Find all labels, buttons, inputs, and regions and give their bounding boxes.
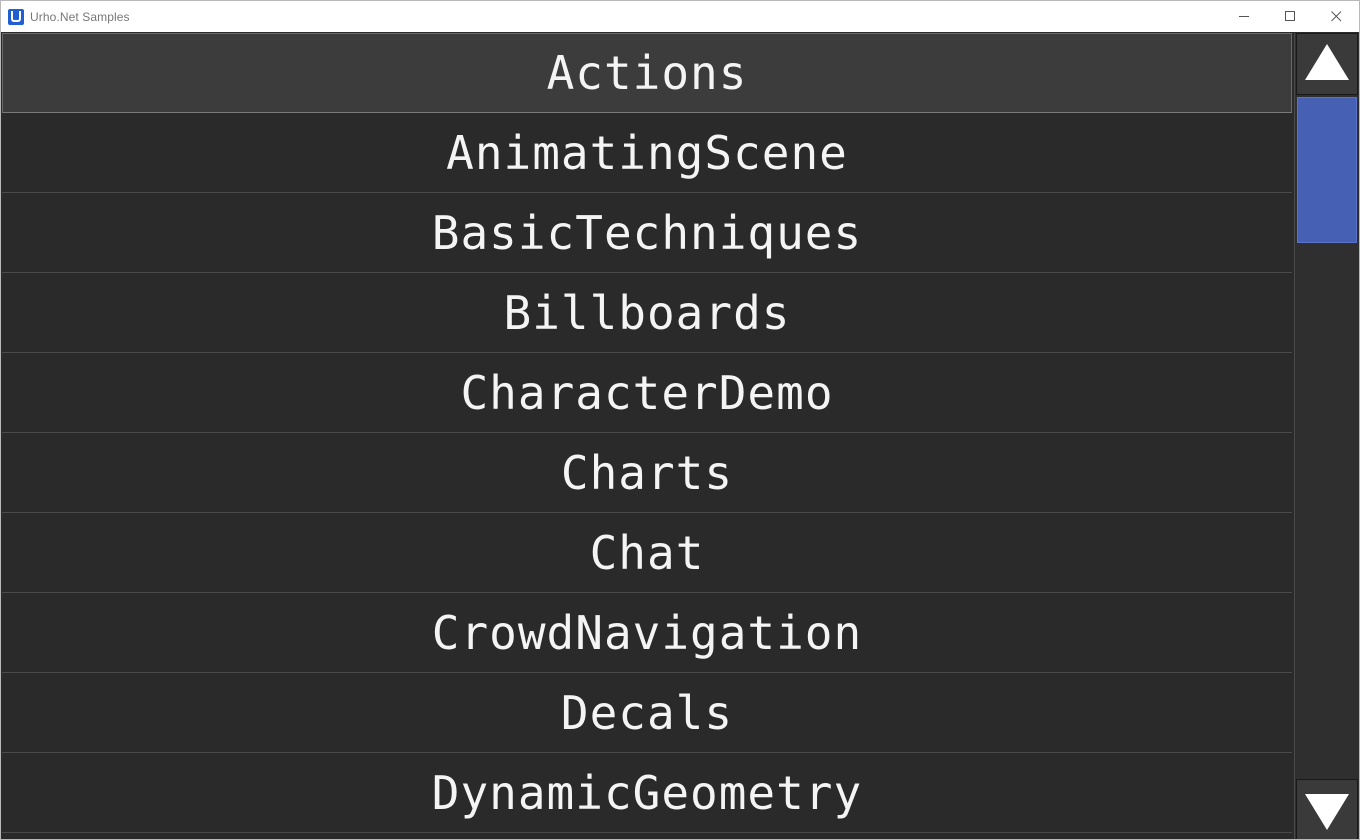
minimize-icon (1239, 16, 1249, 17)
samples-list: Actions AnimatingScene BasicTechniques B… (2, 33, 1292, 839)
sample-item-crowdnavigation[interactable]: CrowdNavigation (2, 593, 1292, 673)
sample-item-charts[interactable]: Charts (2, 433, 1292, 513)
sample-item-characterdemo[interactable]: CharacterDemo (2, 353, 1292, 433)
vertical-scrollbar[interactable] (1294, 33, 1359, 839)
scroll-up-button[interactable] (1296, 33, 1358, 95)
sample-label: Decals (560, 685, 734, 740)
close-icon (1331, 11, 1342, 22)
sample-label: CharacterDemo (460, 365, 834, 420)
close-button[interactable] (1313, 1, 1359, 32)
scroll-thumb[interactable] (1297, 97, 1357, 243)
minimize-button[interactable] (1221, 1, 1267, 32)
sample-item-dynamicgeometry[interactable]: DynamicGeometry (2, 753, 1292, 833)
scroll-down-button[interactable] (1296, 779, 1358, 839)
sample-item-actions[interactable]: Actions (2, 33, 1292, 113)
sample-item-billboards[interactable]: Billboards (2, 273, 1292, 353)
sample-label: Chat (589, 525, 705, 580)
sample-label: CrowdNavigation (431, 605, 863, 660)
sample-item-basictechniques[interactable]: BasicTechniques (2, 193, 1292, 273)
sample-label: Charts (560, 445, 734, 500)
app-window: Urho.Net Samples Actions AnimatingScene … (0, 0, 1360, 840)
maximize-button[interactable] (1267, 1, 1313, 32)
sample-item-decals[interactable]: Decals (2, 673, 1292, 753)
sample-item-chat[interactable]: Chat (2, 513, 1292, 593)
sample-label: Actions (546, 46, 748, 100)
sample-label: AnimatingScene (446, 125, 848, 180)
sample-label: Billboards (503, 285, 791, 340)
sample-label: DynamicGeometry (431, 765, 863, 820)
sample-label: BasicTechniques (431, 205, 863, 260)
title-bar[interactable]: Urho.Net Samples (1, 1, 1359, 32)
window-title: Urho.Net Samples (30, 9, 130, 24)
urho-logo-icon (8, 8, 24, 25)
maximize-icon (1285, 11, 1295, 21)
sample-item-animatingscene[interactable]: AnimatingScene (2, 113, 1292, 193)
window-controls (1221, 1, 1359, 32)
triangle-up-icon (1305, 44, 1349, 80)
triangle-down-icon (1305, 794, 1349, 830)
